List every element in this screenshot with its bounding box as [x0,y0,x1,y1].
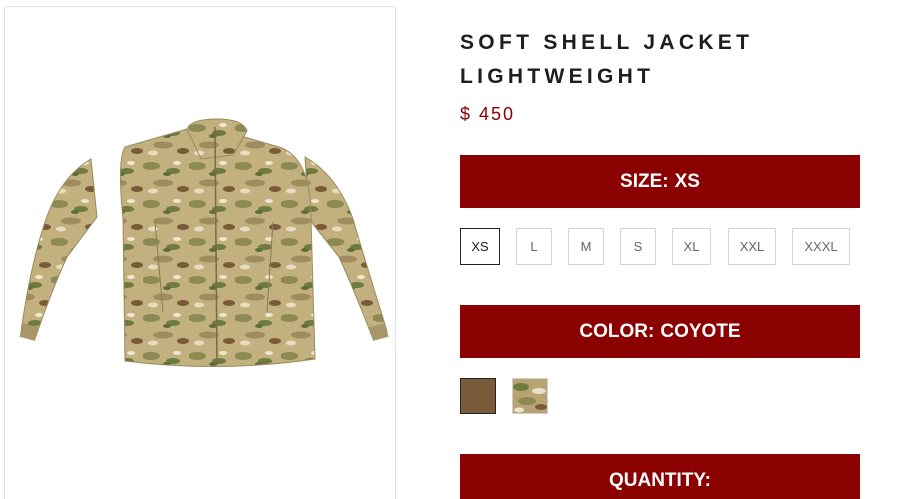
size-label: SIZE: [620,170,669,192]
product-price: $ 450 [460,104,516,124]
quantity-bar: QUANTITY: [460,454,860,499]
swatch-multicam[interactable] [512,378,548,414]
product-title: SOFT SHELL JACKET LIGHTWEIGHT [460,31,754,88]
size-option-m[interactable]: M [568,228,604,265]
size-option-l[interactable]: L [516,228,552,265]
color-bar: COLOR: COYOTE [460,305,860,358]
color-selected-value: COYOTE [660,320,741,342]
product-image-card [4,6,396,499]
swatch-coyote[interactable] [460,378,496,414]
quantity-label: QUANTITY: [608,469,712,491]
product-image-jacket[interactable] [5,7,396,499]
size-option-xxl[interactable]: XXL [728,228,776,265]
color-label: COLOR: [579,320,655,342]
size-option-xxxl[interactable]: XXXL [792,228,850,265]
size-bar: SIZE: XS [460,155,860,208]
size-selected-value: XS [674,170,700,192]
size-option-xl[interactable]: XL [672,228,711,265]
size-option-s[interactable]: S [620,228,656,265]
multicam-swatch-pattern [513,379,547,413]
product-page: SOFT SHELL JACKET LIGHTWEIGHT $ 450 SIZE… [0,0,897,499]
size-option-xs[interactable]: XS [460,228,500,265]
